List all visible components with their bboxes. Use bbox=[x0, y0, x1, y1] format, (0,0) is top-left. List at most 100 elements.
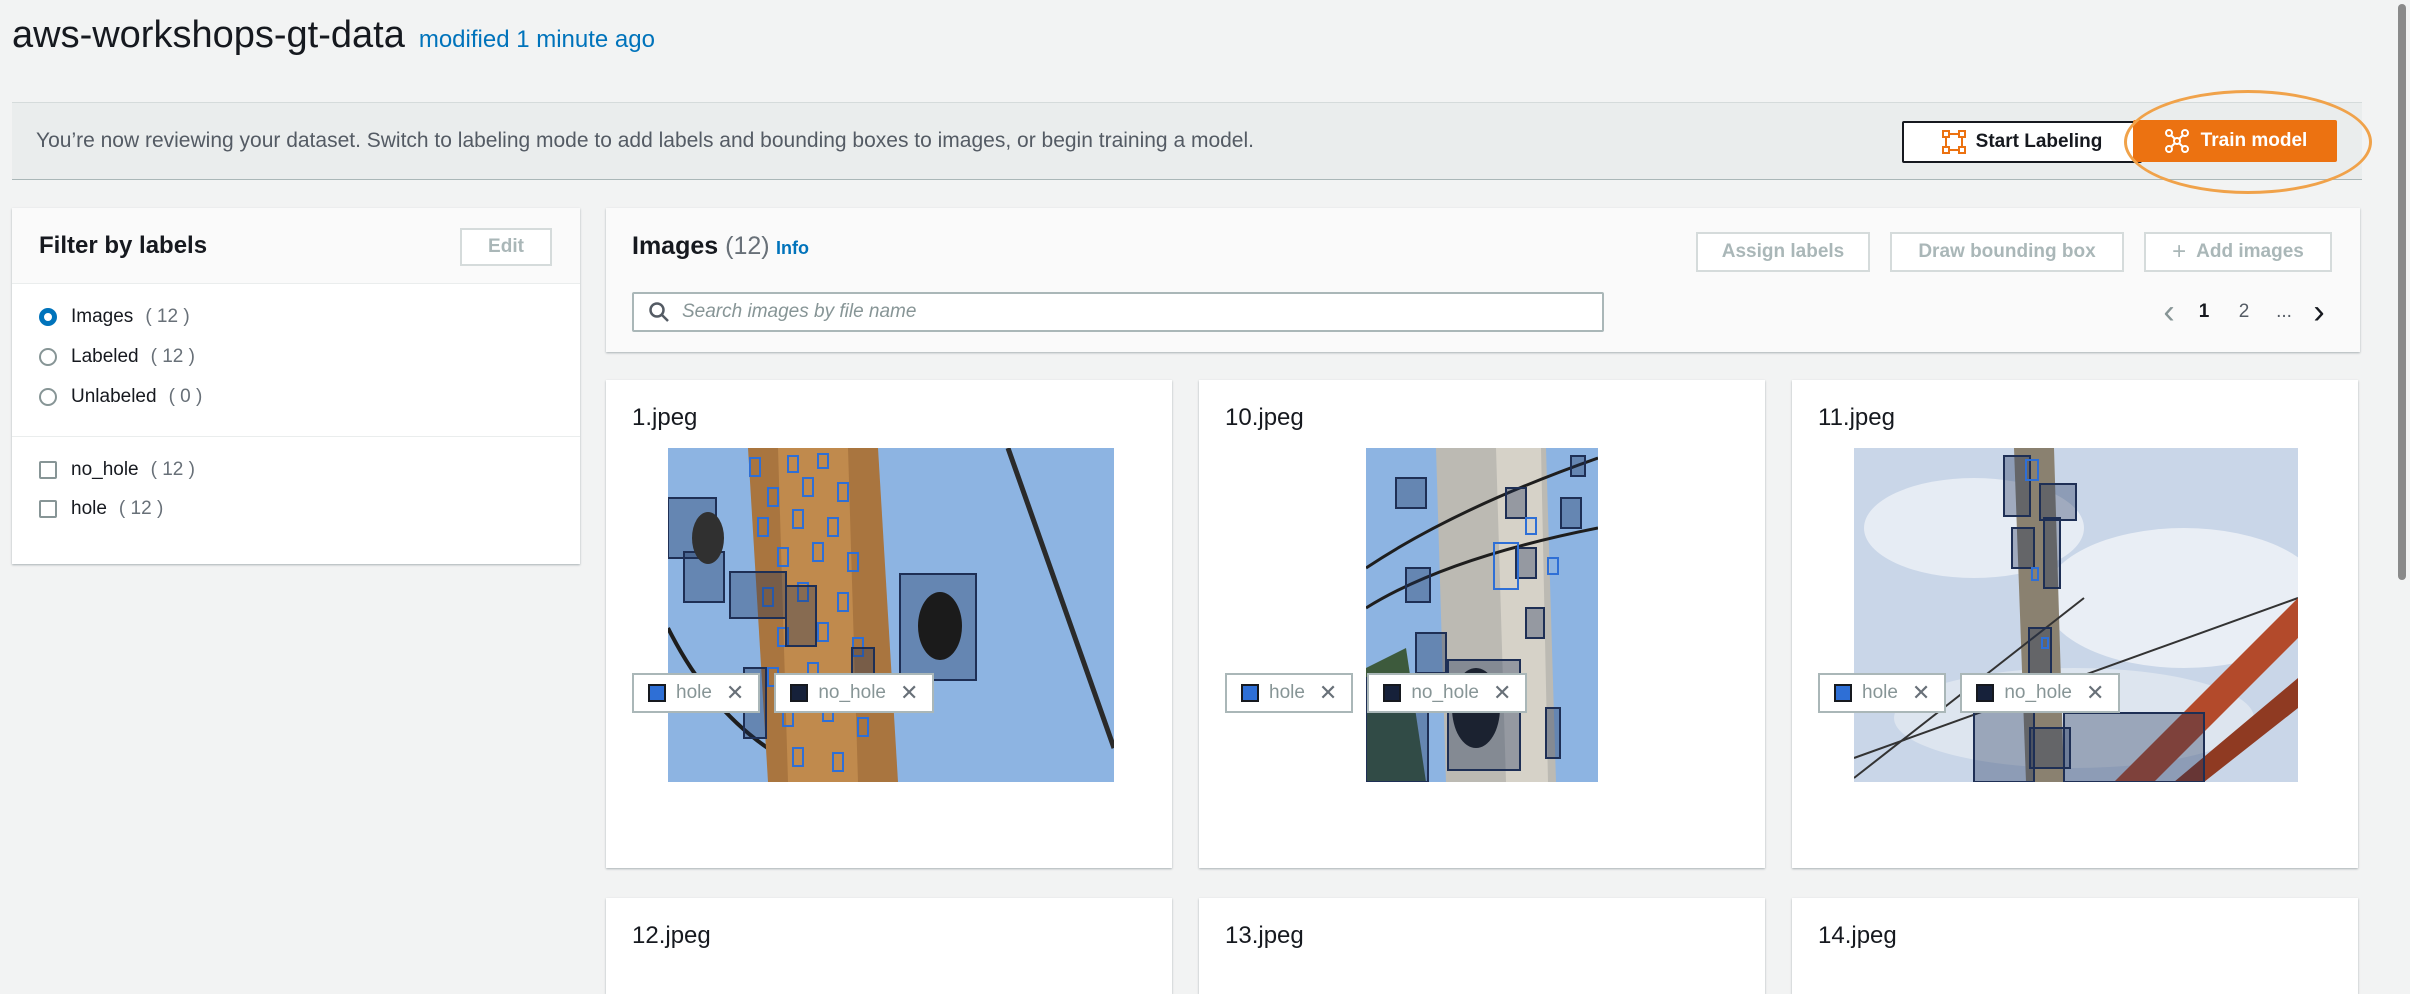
banner-text: You’re now reviewing your dataset. Switc… bbox=[36, 129, 1254, 152]
bird-pole-photo bbox=[1854, 448, 2298, 782]
bird-pole-photo bbox=[1366, 448, 1598, 782]
label-filter-count: ( 12 ) bbox=[118, 498, 164, 519]
radio-unselected[interactable] bbox=[39, 388, 57, 406]
checkbox[interactable] bbox=[39, 461, 57, 479]
hole-swatch bbox=[1241, 684, 1259, 702]
label-tag-hole[interactable]: hole ✕ bbox=[632, 673, 761, 713]
tag-label: no_hole bbox=[818, 682, 886, 703]
filter-option-unlabeled[interactable]: Unlabeled ( 0 ) bbox=[39, 386, 202, 408]
filter-option-label: Labeled bbox=[71, 346, 139, 367]
pagination: ‹ 1 2 ... › bbox=[2154, 293, 2334, 332]
filter-option-count: ( 12 ) bbox=[150, 346, 195, 367]
tag-label: hole bbox=[676, 682, 712, 703]
filter-panel: Filter by labels Edit Images ( 12 ) Labe… bbox=[12, 208, 580, 564]
no-hole-swatch bbox=[1976, 684, 1995, 702]
remove-icon[interactable]: ✕ bbox=[1493, 680, 1511, 706]
image-thumbnail[interactable] bbox=[668, 448, 1114, 782]
tag-label: no_hole bbox=[2004, 682, 2072, 703]
train-model-button[interactable]: Train model bbox=[2133, 120, 2337, 162]
images-count: (12) bbox=[725, 232, 770, 260]
filter-option-labeled[interactable]: Labeled ( 12 ) bbox=[39, 346, 195, 368]
label-filter-hole[interactable]: hole ( 12 ) bbox=[39, 498, 163, 520]
label-filter-name: hole bbox=[71, 498, 107, 519]
label-tag-no-hole[interactable]: no_hole ✕ bbox=[774, 673, 935, 713]
no-hole-swatch bbox=[790, 684, 809, 702]
add-images-label: Add images bbox=[2196, 241, 2304, 262]
edit-labels-button[interactable]: Edit bbox=[460, 228, 552, 266]
filter-option-images[interactable]: Images ( 12 ) bbox=[39, 306, 190, 328]
checkbox[interactable] bbox=[39, 500, 57, 518]
add-images-button[interactable]: + Add images bbox=[2144, 232, 2332, 272]
image-card[interactable]: 13.jpeg bbox=[1199, 898, 1765, 994]
label-tags: hole ✕ no_hole ✕ bbox=[632, 673, 935, 713]
scrollbar[interactable] bbox=[2394, 0, 2410, 994]
page-title: aws-workshops-gt-data bbox=[12, 14, 405, 56]
model-network-icon bbox=[2164, 129, 2189, 153]
label-tag-no-hole[interactable]: no_hole ✕ bbox=[1960, 673, 2121, 713]
image-card[interactable]: 14.jpeg bbox=[1792, 898, 2358, 994]
filter-option-count: ( 12 ) bbox=[145, 306, 190, 327]
page-1[interactable]: 1 bbox=[2184, 301, 2224, 323]
label-filter-name: no_hole bbox=[71, 459, 139, 480]
scrollbar-thumb[interactable] bbox=[2398, 4, 2406, 580]
search-input[interactable] bbox=[682, 301, 1582, 323]
prev-page-icon[interactable]: ‹ bbox=[2154, 293, 2184, 332]
label-tag-no-hole[interactable]: no_hole ✕ bbox=[1367, 673, 1528, 713]
images-panel: Images (12) Info Assign labels Draw boun… bbox=[606, 208, 2360, 352]
start-labeling-label: Start Labeling bbox=[1975, 131, 2103, 152]
image-card[interactable]: 10.jpeg hole ✕ no_hole ✕ bbox=[1199, 380, 1765, 868]
image-card[interactable]: 1.jpeg hole ✕ no_hole ✕ bbox=[606, 380, 1172, 868]
image-file-name[interactable]: 1.jpeg bbox=[632, 404, 697, 432]
start-labeling-button[interactable]: Start Labeling bbox=[1902, 121, 2142, 163]
radio-selected[interactable] bbox=[39, 308, 57, 326]
label-filter-no-hole[interactable]: no_hole ( 12 ) bbox=[39, 459, 195, 481]
image-card[interactable]: 11.jpeg hole ✕ no_hole ✕ bbox=[1792, 380, 2358, 868]
page-2[interactable]: 2 bbox=[2224, 301, 2264, 323]
hole-swatch bbox=[1834, 684, 1852, 702]
radio-unselected[interactable] bbox=[39, 348, 57, 366]
page-header: aws-workshops-gt-data modified 1 minute … bbox=[12, 14, 655, 57]
page-ellipsis: ... bbox=[2276, 301, 2292, 322]
hole-swatch bbox=[648, 684, 666, 702]
filter-divider bbox=[12, 436, 580, 437]
image-file-name[interactable]: 12.jpeg bbox=[632, 922, 711, 950]
filter-option-label: Images bbox=[71, 306, 134, 327]
image-file-name[interactable]: 11.jpeg bbox=[1818, 404, 1895, 432]
image-file-name[interactable]: 14.jpeg bbox=[1818, 922, 1897, 950]
image-card[interactable]: 12.jpeg bbox=[606, 898, 1172, 994]
filter-option-count: ( 0 ) bbox=[168, 386, 203, 407]
images-title-text: Images bbox=[632, 232, 719, 260]
remove-icon[interactable]: ✕ bbox=[1912, 680, 1930, 706]
search-box[interactable] bbox=[632, 292, 1604, 332]
remove-icon[interactable]: ✕ bbox=[2086, 680, 2104, 706]
label-tags: hole ✕ no_hole ✕ bbox=[1225, 673, 1528, 713]
remove-icon[interactable]: ✕ bbox=[1319, 680, 1337, 706]
info-link[interactable]: Info bbox=[776, 238, 809, 259]
draw-bounding-box-button[interactable]: Draw bounding box bbox=[1890, 232, 2124, 272]
image-thumbnail[interactable] bbox=[1854, 448, 2298, 782]
remove-icon[interactable]: ✕ bbox=[900, 680, 918, 706]
filter-title: Filter by labels bbox=[39, 231, 208, 259]
images-title: Images (12) bbox=[632, 232, 770, 261]
image-file-name[interactable]: 13.jpeg bbox=[1225, 922, 1304, 950]
image-file-name[interactable]: 10.jpeg bbox=[1225, 404, 1304, 432]
next-page-icon[interactable]: › bbox=[2304, 293, 2334, 332]
modified-link[interactable]: modified 1 minute ago bbox=[419, 26, 655, 54]
label-filter-count: ( 12 ) bbox=[150, 459, 195, 480]
label-tag-hole[interactable]: hole ✕ bbox=[1225, 673, 1354, 713]
search-icon bbox=[649, 302, 669, 322]
assign-labels-button[interactable]: Assign labels bbox=[1696, 232, 1870, 272]
no-hole-swatch bbox=[1383, 684, 1402, 702]
remove-icon[interactable]: ✕ bbox=[726, 680, 744, 706]
tag-label: hole bbox=[1862, 682, 1898, 703]
tag-label: no_hole bbox=[1411, 682, 1479, 703]
label-tag-hole[interactable]: hole ✕ bbox=[1818, 673, 1947, 713]
bird-pole-photo bbox=[668, 448, 1114, 782]
label-tags: hole ✕ no_hole ✕ bbox=[1818, 673, 2121, 713]
image-thumbnail[interactable] bbox=[1366, 448, 1598, 782]
tag-label: hole bbox=[1269, 682, 1305, 703]
train-model-label: Train model bbox=[2200, 130, 2308, 151]
bounding-box-icon bbox=[1941, 130, 1966, 154]
filter-option-label: Unlabeled bbox=[71, 386, 157, 407]
plus-icon: + bbox=[2172, 238, 2187, 265]
